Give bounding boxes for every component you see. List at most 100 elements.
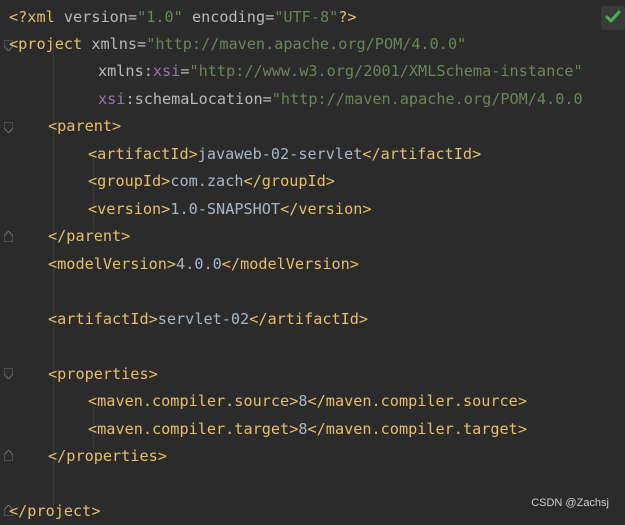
code-line-5[interactable]: <parent> (48, 113, 121, 140)
tag-open: < (48, 310, 58, 328)
pi-name: xml (27, 8, 55, 26)
tag-close: > (121, 227, 131, 245)
tag-close: > (472, 145, 482, 163)
tag-open: < (88, 172, 98, 190)
tag-content: 1.0-SNAPSHOT (170, 200, 281, 218)
attr-value: "1.0" (137, 8, 183, 26)
inspection-status-button[interactable] (601, 6, 625, 30)
code-line-16[interactable]: <maven.compiler.target>8</maven.compiler… (88, 416, 527, 443)
equals: = (262, 90, 272, 108)
tag-open: </ (48, 227, 67, 245)
attr-name: encoding (191, 8, 266, 26)
attr-value: "http://maven.apache.org/POM/4.0.0 (271, 90, 583, 108)
attr-name: xmlns (91, 35, 138, 53)
tag-content: servlet-02 (157, 310, 250, 328)
colon: : (125, 90, 135, 108)
tag-content: 8 (298, 420, 308, 438)
tag-close: > (161, 200, 171, 218)
code-line-17[interactable]: </properties> (48, 443, 167, 470)
code-line-14[interactable]: <properties> (48, 361, 158, 388)
tag-open: < (48, 255, 58, 273)
attr-name: xmlns (98, 62, 144, 80)
tag-open: </ (280, 200, 299, 218)
tag-name: artifactId (97, 145, 189, 163)
tag-name: version (298, 200, 363, 218)
fold-marker-icon[interactable] (4, 368, 13, 379)
tag-open: </ (362, 145, 381, 163)
tag-open: </ (243, 172, 262, 190)
code-line-19[interactable]: </project> (9, 498, 100, 525)
code-line-2[interactable]: <project xmlns="http://maven.apache.org/… (9, 31, 466, 58)
tag-open: < (88, 200, 98, 218)
pi-open: <? (9, 8, 28, 26)
tag-name: properties (57, 365, 149, 383)
tag-name: parent (57, 117, 113, 135)
tag-open: </ (48, 447, 67, 465)
code-line-12[interactable]: <artifactId>servlet-02</artifactId> (48, 306, 368, 333)
tag-name: artifactId (267, 310, 359, 328)
tag-open: < (9, 35, 19, 53)
tag-name: groupId (261, 172, 326, 190)
equals: = (265, 8, 275, 26)
attr-name: version (63, 8, 128, 26)
tag-name: maven.compiler.target (325, 420, 518, 438)
tag-close: > (349, 255, 359, 273)
tag-close: > (517, 420, 527, 438)
tag-name: properties (66, 447, 158, 465)
code-line-9[interactable]: </parent> (48, 223, 130, 250)
code-line-10[interactable]: <modelVersion>4.0.0</modelVersion> (48, 251, 359, 278)
tag-open: </ (307, 392, 326, 410)
code-editor[interactable]: <?xml version="1.0" encoding="UTF-8"?> <… (0, 0, 625, 522)
tag-close: > (289, 392, 299, 410)
colon: : (143, 62, 153, 80)
tag-close: > (148, 310, 158, 328)
code-line-1[interactable]: <?xml version="1.0" encoding="UTF-8"?> (9, 4, 357, 31)
namespace: xsi (152, 62, 181, 80)
tag-open: < (48, 365, 58, 383)
attr-value: "http://www.w3.org/2001/XMLSchema-instan… (189, 62, 583, 80)
tag-open: < (48, 117, 58, 135)
namespace: xsi (98, 90, 126, 108)
tag-name: groupId (97, 172, 162, 190)
tag-content: com.zach (170, 172, 244, 190)
attr-value: "http://maven.apache.org/POM/4.0.0" (146, 35, 467, 53)
tag-close: > (161, 172, 171, 190)
code-line-6[interactable]: <artifactId>javaweb-02-servlet</artifact… (88, 141, 481, 168)
tag-close: > (517, 392, 527, 410)
tag-close: > (166, 255, 177, 273)
tag-name: parent (66, 227, 122, 245)
attr-value: "UTF-8" (274, 8, 339, 26)
tag-name: project (18, 35, 83, 53)
attr-name: schemaLocation (134, 90, 263, 108)
tag-open: < (88, 145, 98, 163)
tag-close: > (112, 117, 122, 135)
fold-end-marker-icon[interactable] (4, 450, 13, 461)
tag-close: > (188, 145, 198, 163)
tag-content: 8 (298, 392, 308, 410)
tag-close: > (148, 365, 158, 383)
tag-open: < (88, 392, 98, 410)
tag-close: > (362, 200, 372, 218)
code-line-4[interactable]: xsi:schemaLocation="http://maven.apache.… (98, 86, 583, 113)
code-line-15[interactable]: <maven.compiler.source>8</maven.compiler… (88, 388, 527, 415)
tag-open: </ (221, 255, 241, 273)
code-line-7[interactable]: <groupId>com.zach</groupId> (88, 168, 335, 195)
tag-name: project (27, 502, 92, 520)
editor-gutter (0, 0, 18, 522)
tag-name: version (97, 200, 162, 218)
fold-marker-icon[interactable] (4, 122, 13, 133)
tag-close: > (358, 310, 369, 328)
tag-name: modelVersion (57, 255, 167, 273)
tag-name: maven.compiler.target (97, 420, 290, 438)
fold-end-marker-icon[interactable] (4, 231, 13, 242)
code-line-8[interactable]: <version>1.0-SNAPSHOT</version> (88, 196, 372, 223)
tag-close: > (289, 420, 299, 438)
code-line-3[interactable]: xmlns:xsi="http://www.w3.org/2001/XMLSch… (98, 58, 583, 85)
equals: = (137, 35, 147, 53)
pi-close: ?> (338, 8, 357, 26)
tag-name: artifactId (380, 145, 473, 163)
tag-name: artifactId (57, 310, 149, 328)
